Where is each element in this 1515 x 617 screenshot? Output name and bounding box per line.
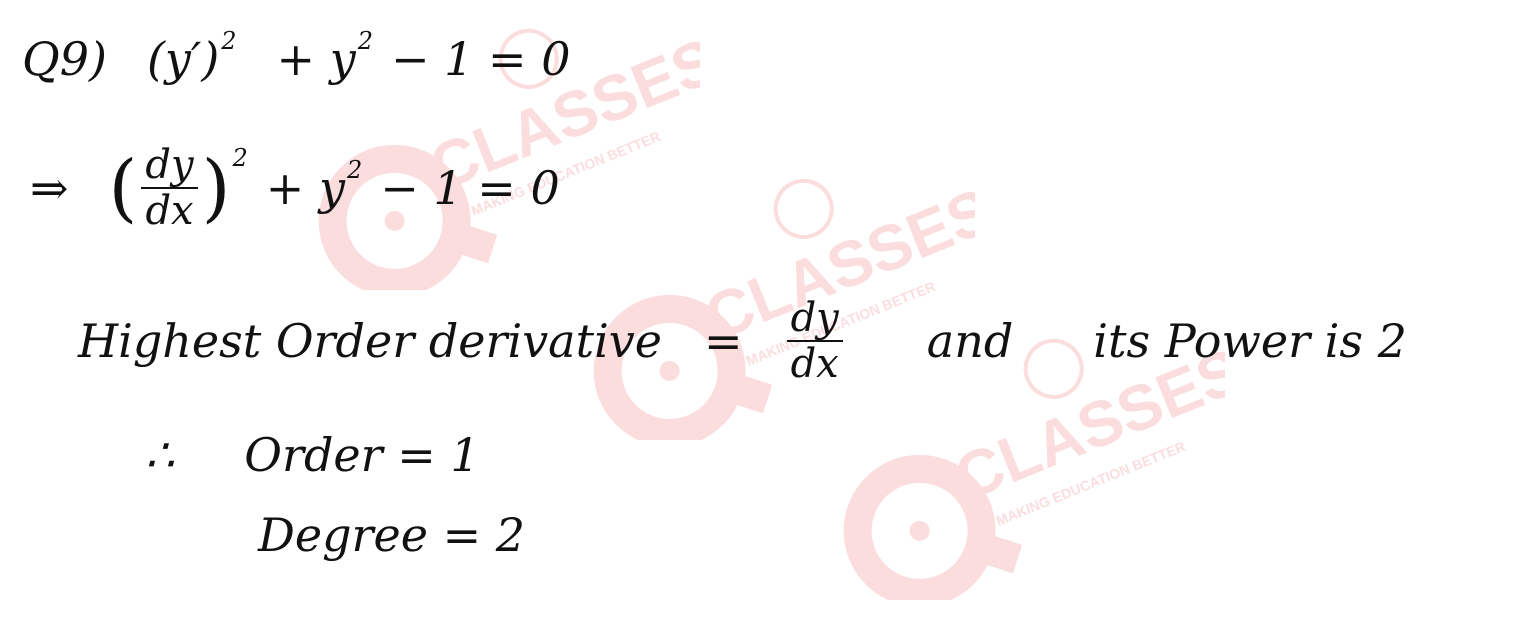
svg-text:MAKING EDUCATION BETTER: MAKING EDUCATION BETTER [994,438,1188,529]
statement-equals: = [704,314,743,368]
statement-frac-den: dx [790,341,839,387]
step-power: 2 [232,144,248,172]
statement-end: its Power is 2 [1093,314,1407,368]
order-result: Order = 1 [244,428,480,482]
question-line: Q9) (y′) 2 + y 2 − 1 = 0 [22,27,571,86]
note-page: CLASSES MAKING EDUCATION BETTER CLASSES … [0,0,1515,617]
degree-line: Degree = 2 [258,508,525,562]
statement-and: and [926,314,1014,368]
statement-frac-num: dy [786,298,843,342]
statement-line: Highest Order derivative = dy dx and its… [78,298,1407,384]
step-fraction: dy dx [141,145,198,234]
order-line: ∴ Order = 1 [145,428,480,482]
right-paren: ) [201,145,231,231]
eq-power-2: 2 [357,27,373,55]
step-frac-den: dx [145,188,194,234]
implies-symbol: ⇒ [30,161,69,215]
question-label: Q9) [22,32,107,86]
eq-term-yprime: (y′) [146,32,220,86]
eq-tail: − 1 = 0 [390,32,571,86]
step-frac-num: dy [141,145,198,189]
therefore-symbol: ∴ [145,428,175,482]
step-term-y: + y [265,161,345,215]
left-paren: ( [108,145,138,231]
step-power-y: 2 [346,156,363,184]
statement-fraction: dy dx [786,298,843,387]
eq-power-1: 2 [221,27,237,55]
eq-term-y: + y [276,32,356,86]
step-line: ⇒ ( dy dx ) 2 + y 2 − 1 = 0 [30,144,560,234]
step-tail: − 1 = 0 [380,161,560,215]
statement-start: Highest Order derivative [78,314,663,368]
degree-result: Degree = 2 [258,508,526,562]
